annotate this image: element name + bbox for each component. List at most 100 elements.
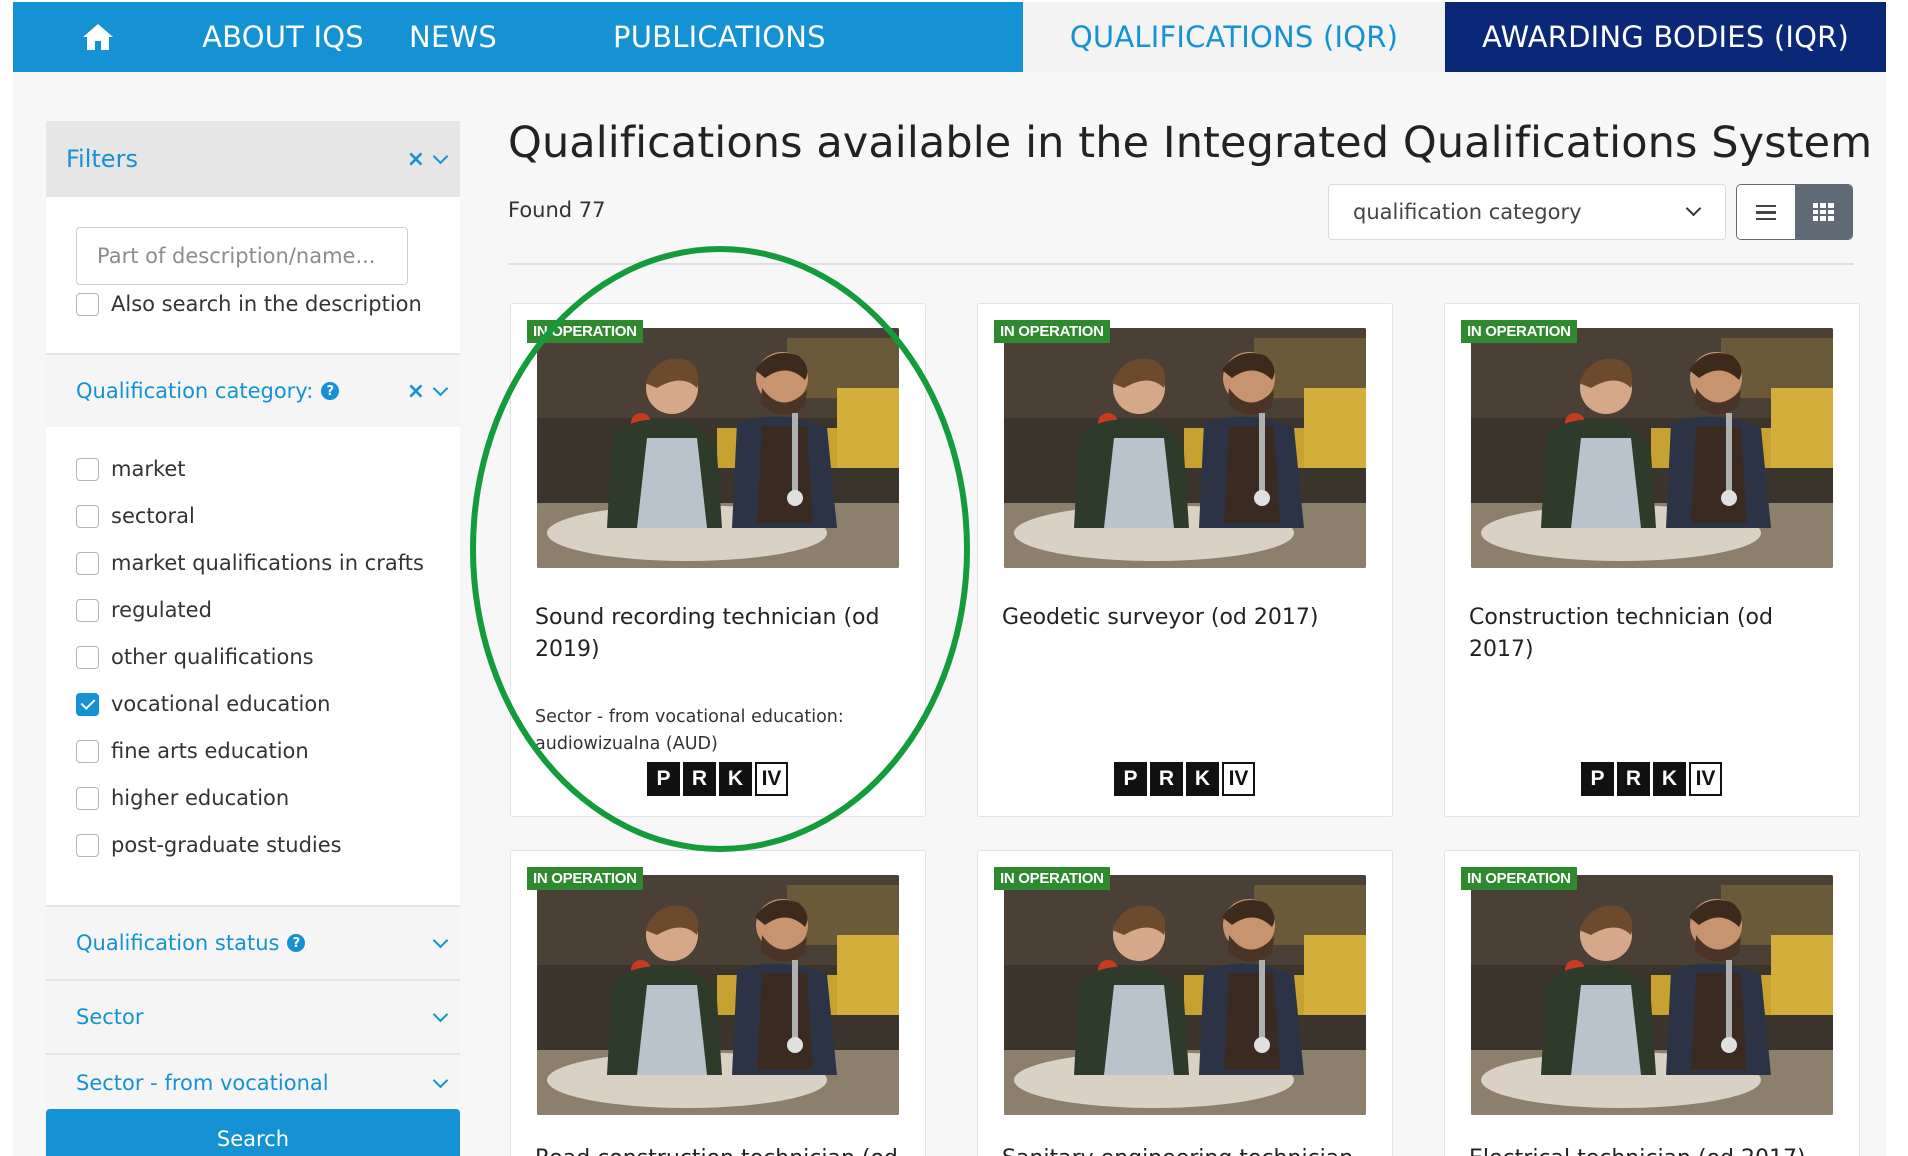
grid-icon	[1812, 203, 1834, 221]
category-checkbox-higher-education[interactable]: higher education	[76, 786, 289, 810]
divider	[508, 263, 1854, 265]
prk-letter: K	[719, 762, 752, 796]
card-image	[1004, 875, 1366, 1115]
category-checkbox-vocational[interactable]: vocational education	[76, 692, 331, 716]
checkbox-label: higher education	[111, 786, 290, 810]
sort-select-value: qualification category	[1353, 200, 1582, 224]
qualification-card[interactable]: IN OPERATION Sound recording technician …	[510, 303, 926, 817]
category-checkbox-sectoral[interactable]: sectoral	[76, 504, 195, 528]
chevron-down-icon[interactable]	[432, 932, 449, 948]
nav-publications[interactable]: PUBLICATIONS	[523, 2, 1023, 72]
prk-letter: P	[1114, 762, 1147, 796]
checkbox-label: market qualifications in crafts	[111, 551, 424, 575]
qualification-card[interactable]: IN OPERATION Electrical technician (od 2…	[1444, 850, 1860, 1156]
card-image	[1471, 875, 1833, 1115]
page-edge	[1886, 0, 1908, 1156]
checkbox[interactable]	[76, 504, 99, 528]
prk-level: IV	[1689, 762, 1722, 796]
prk-letter: P	[1581, 762, 1614, 796]
chevron-down-icon	[1685, 200, 1702, 217]
card-sector: Sector - from vocational education: audi…	[535, 707, 844, 754]
checkbox[interactable]	[76, 457, 99, 481]
category-checkbox-fine-arts[interactable]: fine arts education	[76, 739, 309, 763]
nav-qualifications[interactable]: QUALIFICATIONS (IQR)	[1023, 2, 1445, 72]
checkbox-label: regulated	[111, 598, 212, 622]
view-toggle	[1736, 184, 1853, 240]
nav-about[interactable]: ABOUT IQS	[183, 2, 383, 72]
filters-header[interactable]: Filters ×	[46, 121, 460, 197]
checkbox-label: Also search in the description	[111, 292, 422, 316]
qualification-card[interactable]: IN OPERATION Sanitary engineering techni…	[977, 850, 1393, 1156]
status-badge: IN OPERATION	[994, 867, 1110, 890]
checkbox-label: sectoral	[111, 504, 195, 528]
card-image	[1471, 328, 1833, 568]
also-search-description-checkbox[interactable]: Also search in the description	[76, 292, 422, 316]
status-badge: IN OPERATION	[994, 320, 1110, 343]
status-badge: IN OPERATION	[527, 867, 643, 890]
nav-news[interactable]: NEWS	[383, 2, 523, 72]
prk-level-badge: P R K IV	[1114, 762, 1255, 796]
grid-view-button[interactable]	[1794, 185, 1852, 239]
checkbox-label: fine arts education	[111, 739, 309, 763]
results-count: Found 77	[508, 198, 606, 222]
checkbox[interactable]	[76, 645, 99, 669]
search-input[interactable]	[76, 227, 408, 285]
chevron-down-icon[interactable]	[432, 1072, 449, 1088]
checkbox-label: vocational education	[111, 692, 331, 716]
nav-home[interactable]	[13, 2, 183, 72]
chevron-down-icon[interactable]	[432, 1006, 449, 1022]
section-label: Qualification category:	[76, 379, 314, 403]
chevron-down-icon[interactable]	[432, 148, 449, 164]
status-badge: IN OPERATION	[1461, 867, 1577, 890]
prk-level: IV	[755, 762, 788, 796]
clear-filters-icon[interactable]: ×	[407, 147, 425, 172]
qualification-status-header[interactable]: Qualification status ?	[46, 907, 460, 979]
checkbox[interactable]	[76, 598, 99, 622]
qualification-card[interactable]: IN OPERATION Road construction technicia…	[510, 850, 926, 1156]
chevron-down-icon[interactable]	[432, 380, 449, 396]
card-title: Sanitary engineering technician	[1002, 1143, 1374, 1156]
category-checkbox-market[interactable]: market	[76, 457, 186, 481]
category-checkbox-regulated[interactable]: regulated	[76, 598, 212, 622]
card-title: Road construction technician (od	[535, 1143, 907, 1156]
list-view-button[interactable]	[1737, 185, 1795, 239]
card-title: Electrical technician (od 2017)	[1469, 1143, 1841, 1156]
home-icon	[83, 24, 113, 50]
card-image	[1004, 328, 1366, 568]
list-icon	[1755, 204, 1776, 220]
help-icon[interactable]: ?	[321, 382, 340, 400]
clear-category-icon[interactable]: ×	[407, 379, 425, 404]
prk-letter: R	[1150, 762, 1183, 796]
checkbox[interactable]	[76, 833, 99, 857]
category-checkbox-other[interactable]: other qualifications	[76, 645, 314, 669]
checkbox-label: market	[111, 457, 186, 481]
sector-vocational-header[interactable]: Sector - from vocational	[46, 1055, 460, 1111]
prk-letter: K	[1653, 762, 1686, 796]
checkbox[interactable]	[76, 292, 99, 316]
filters-title: Filters	[66, 145, 138, 173]
qualification-card[interactable]: IN OPERATION Construction technician (od…	[1444, 303, 1860, 817]
search-button[interactable]: Search	[46, 1109, 460, 1156]
status-badge: IN OPERATION	[1461, 320, 1577, 343]
nav-awarding-bodies[interactable]: AWARDING BODIES (IQR)	[1445, 2, 1886, 72]
checkbox[interactable]	[76, 739, 99, 763]
category-checkbox-post-graduate[interactable]: post-graduate studies	[76, 833, 342, 857]
prk-letter: R	[1617, 762, 1650, 796]
qualification-category-header[interactable]: Qualification category: ? ×	[46, 355, 460, 427]
sector-header[interactable]: Sector	[46, 981, 460, 1053]
qualification-card[interactable]: IN OPERATION Geodetic surveyor (od 2017)…	[977, 303, 1393, 817]
checkbox[interactable]	[76, 786, 99, 810]
section-label: Qualification status	[76, 931, 280, 955]
card-title: Sound recording technician (od 2019)	[535, 605, 880, 662]
help-icon[interactable]: ?	[287, 934, 306, 952]
prk-level: IV	[1222, 762, 1255, 796]
checkbox-checked[interactable]	[76, 692, 99, 716]
prk-letter: P	[647, 762, 680, 796]
prk-letter: K	[1186, 762, 1219, 796]
checkbox[interactable]	[76, 551, 99, 575]
category-checkbox-market-crafts[interactable]: market qualifications in crafts	[76, 551, 424, 575]
filter-sidebar: Filters × Also search in the description…	[46, 121, 460, 1156]
checkbox-label: post-graduate studies	[111, 833, 342, 857]
sort-select[interactable]: qualification category	[1328, 184, 1726, 240]
prk-letter: R	[683, 762, 716, 796]
